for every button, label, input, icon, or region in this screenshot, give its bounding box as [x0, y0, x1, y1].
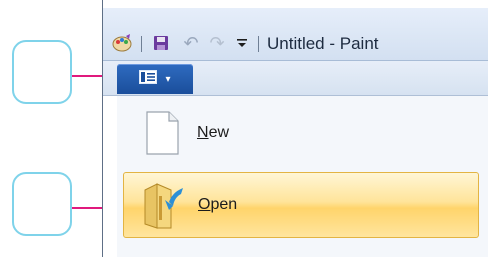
customize-quick-access-icon[interactable] [235, 32, 249, 54]
menu-item-label: New [197, 124, 230, 141]
menu-item-label: Open [198, 196, 238, 213]
window-title: Untitled - Paint [267, 34, 379, 53]
annotation-callout-menu-button [12, 40, 72, 104]
title-bar: ↶ ↷ Untitled - Paint [103, 8, 488, 61]
save-icon[interactable] [151, 32, 171, 54]
chevron-down-icon: ▾ [165, 73, 171, 85]
paint-palette-icon[interactable] [111, 32, 133, 54]
menu-item-new[interactable]: New [123, 104, 479, 162]
application-menu: New Open [117, 96, 488, 257]
paint-window: ↶ ↷ Untitled - Paint ▾ New Open [102, 0, 488, 257]
paint-menu-button[interactable]: ▾ [117, 64, 193, 94]
quick-access-separator [258, 36, 259, 52]
open-folder-icon [138, 180, 188, 230]
new-document-icon [137, 108, 187, 158]
paint-menu-icon [139, 69, 158, 89]
ribbon-bar: ▾ [103, 61, 488, 96]
undo-icon[interactable]: ↶ [181, 32, 201, 54]
annotation-callout-open [12, 172, 72, 236]
quick-access-separator [141, 36, 142, 52]
redo-icon[interactable]: ↷ [207, 32, 227, 54]
menu-item-open[interactable]: Open [123, 172, 479, 238]
